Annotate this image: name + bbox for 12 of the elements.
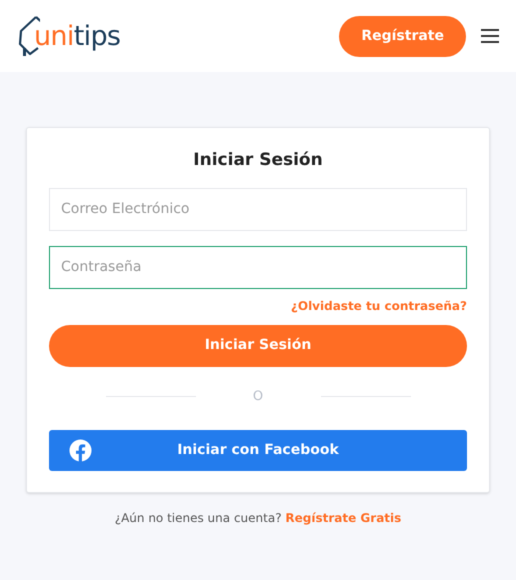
divider-text: O <box>252 388 264 406</box>
input-field[interactable]: Contraseña <box>49 246 467 288</box>
signup-link[interactable]: Regístrate Gratis <box>285 510 402 524</box>
logo-text[interactable]: unitips <box>34 22 120 50</box>
forgot-password-link[interactable]: ¿Olvidaste tu contraseña? <box>290 296 467 314</box>
login-button[interactable]: Iniciar Sesión <box>49 324 467 366</box>
login-title: Iniciar Sesión <box>192 149 324 172</box>
facebook-button[interactable]: Iniciar con Facebook <box>49 430 467 470</box>
facebook-icon <box>69 438 92 462</box>
menu-icon[interactable] <box>480 28 500 44</box>
signup-prompt: ¿Aún no tienes una cuenta? <box>114 510 282 524</box>
register-button[interactable]: Regístrate <box>339 16 466 56</box>
